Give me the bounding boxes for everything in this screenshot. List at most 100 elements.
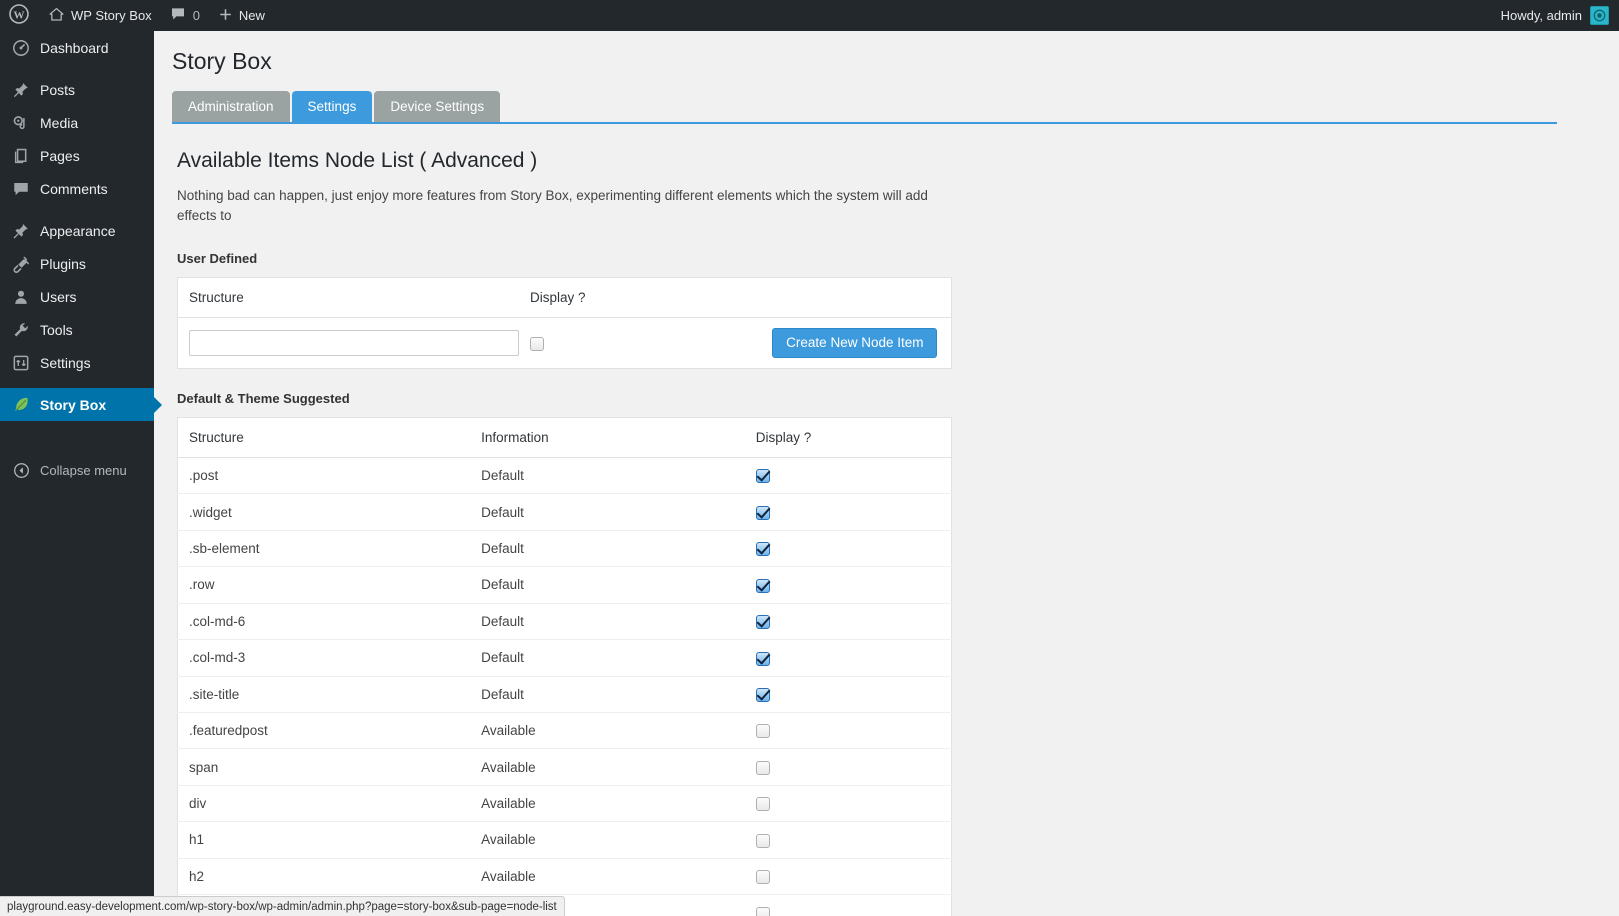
- media-icon: [11, 113, 31, 133]
- sidebar-item-label: Dashboard: [40, 39, 109, 56]
- cell-information-link[interactable]: Default: [470, 493, 745, 531]
- create-new-node-item-button[interactable]: Create New Node Item: [772, 328, 938, 358]
- sidebar-item-users[interactable]: Users: [0, 280, 154, 313]
- cell-information-link[interactable]: Default: [470, 603, 745, 641]
- display-checkbox[interactable]: [755, 578, 770, 593]
- comments-button[interactable]: 0: [161, 0, 209, 31]
- page-title: Story Box: [172, 48, 272, 74]
- collapse-arrow-icon: [11, 462, 31, 479]
- table-row: .site-title Default: [177, 676, 952, 713]
- sidebar-item-tools[interactable]: Tools: [0, 313, 154, 346]
- current-menu-arrow-icon: [154, 396, 162, 413]
- cell-information: Available: [470, 821, 745, 859]
- wordpress-logo-button[interactable]: W: [0, 0, 39, 31]
- user-defined-table: Structure Display ? Create New Node Item: [177, 277, 952, 369]
- tab-settings[interactable]: Settings: [291, 90, 373, 122]
- display-checkbox[interactable]: [755, 870, 770, 885]
- cell-structure: .row: [177, 566, 471, 604]
- column-header-information: Information: [470, 417, 745, 458]
- collapse-menu-button[interactable]: Collapse menu: [0, 453, 154, 487]
- sidebar-item-plugins[interactable]: Plugins: [0, 247, 154, 280]
- user-icon: [11, 287, 31, 307]
- display-checkbox[interactable]: [755, 724, 770, 739]
- sidebar-item-story-box[interactable]: Story Box: [0, 388, 162, 421]
- sidebar-item-label: Posts: [40, 81, 76, 98]
- home-icon: [48, 6, 65, 26]
- sidebar-item-posts[interactable]: Posts: [0, 73, 154, 106]
- user-defined-heading: User Defined: [177, 251, 258, 267]
- sidebar-item-label: Plugins: [40, 255, 86, 272]
- collapse-menu-label: Collapse menu: [40, 462, 127, 478]
- cell-display: [744, 566, 952, 604]
- new-node-display-checkbox[interactable]: [530, 336, 544, 351]
- display-checkbox[interactable]: [755, 797, 770, 812]
- tab-administration[interactable]: Administration: [172, 90, 290, 122]
- cell-information-link[interactable]: Default: [470, 530, 745, 568]
- cell-structure: .featuredpost: [177, 712, 471, 750]
- cell-information-link[interactable]: Default: [470, 676, 745, 713]
- table-row: div Available: [177, 785, 952, 823]
- cell-display: [744, 530, 952, 568]
- cell-display: [744, 676, 952, 713]
- site-name-label: WP Story Box: [71, 8, 152, 23]
- display-checkbox[interactable]: [755, 469, 770, 484]
- account-area[interactable]: Howdy, admin: [1501, 0, 1619, 31]
- comment-bubble-icon: [11, 179, 31, 199]
- cell-structure: h2: [177, 858, 471, 896]
- display-checkbox[interactable]: [755, 651, 770, 666]
- cell-display: [744, 493, 952, 531]
- sidebar-item-settings[interactable]: Settings: [0, 346, 154, 379]
- cell-display: [744, 894, 952, 916]
- table-row: span Available: [177, 748, 952, 786]
- tab-device-settings[interactable]: Device Settings: [374, 90, 501, 122]
- display-checkbox[interactable]: [755, 542, 770, 557]
- sidebar-item-label: Pages: [40, 147, 80, 164]
- cell-information: Available: [470, 712, 745, 750]
- avatar[interactable]: [1590, 6, 1609, 25]
- new-content-button[interactable]: New: [209, 0, 274, 31]
- cell-information-link[interactable]: Default: [470, 457, 745, 495]
- sidebar-item-pages[interactable]: Pages: [0, 139, 154, 172]
- new-node-action-cell: Create New Node Item: [761, 317, 952, 369]
- pin-icon: [11, 80, 31, 100]
- cell-structure: .site-title: [177, 676, 471, 713]
- cell-information-link[interactable]: Default: [470, 566, 745, 604]
- cell-display: [744, 748, 952, 786]
- cell-structure: span: [177, 748, 471, 786]
- new-content-label: New: [238, 8, 265, 23]
- display-checkbox[interactable]: [755, 906, 770, 916]
- cell-structure: .sb-element: [177, 530, 471, 568]
- status-bar-url: playground.easy-development.com/wp-story…: [0, 896, 565, 916]
- sidebar-item-media[interactable]: Media: [0, 106, 154, 139]
- display-checkbox[interactable]: [755, 760, 770, 775]
- sidebar-item-comments[interactable]: Comments: [0, 172, 154, 205]
- column-header-display: Display ?: [744, 417, 952, 458]
- display-checkbox[interactable]: [755, 505, 770, 520]
- cell-display: [744, 603, 952, 641]
- site-name-button[interactable]: WP Story Box: [39, 0, 161, 31]
- new-node-structure-input[interactable]: [189, 330, 519, 357]
- cell-information-link[interactable]: Default: [470, 639, 745, 677]
- cell-structure: h1: [177, 821, 471, 859]
- tab-underline-rule: [172, 121, 1557, 124]
- plug-icon: [11, 254, 31, 274]
- display-checkbox[interactable]: [755, 615, 770, 630]
- sidebar-item-dashboard[interactable]: Dashboard: [0, 31, 154, 64]
- cell-display: [744, 639, 952, 677]
- sidebar-item-label: Story Box: [40, 396, 107, 413]
- dashboard-gauge-icon: [11, 38, 31, 58]
- table-row: .widget Default: [177, 493, 952, 531]
- table-row: .sb-element Default: [177, 530, 952, 568]
- display-checkbox[interactable]: [755, 833, 770, 848]
- default-theme-table: Structure Information Display ? .post Def…: [177, 416, 952, 916]
- display-checkbox[interactable]: [755, 687, 770, 702]
- howdy-label: Howdy, admin: [1500, 8, 1582, 23]
- comment-bubble-icon: [170, 6, 186, 25]
- user-avatar-icon: [1593, 9, 1606, 22]
- column-header-structure: Structure: [177, 277, 519, 319]
- svg-text:W: W: [14, 10, 25, 22]
- cell-information: Available: [470, 748, 745, 786]
- cell-display: [744, 858, 952, 896]
- admin-sidebar-menu: Dashboard Posts Media Pages Comments Appearan…: [0, 31, 162, 916]
- sidebar-item-appearance[interactable]: Appearance: [0, 214, 154, 247]
